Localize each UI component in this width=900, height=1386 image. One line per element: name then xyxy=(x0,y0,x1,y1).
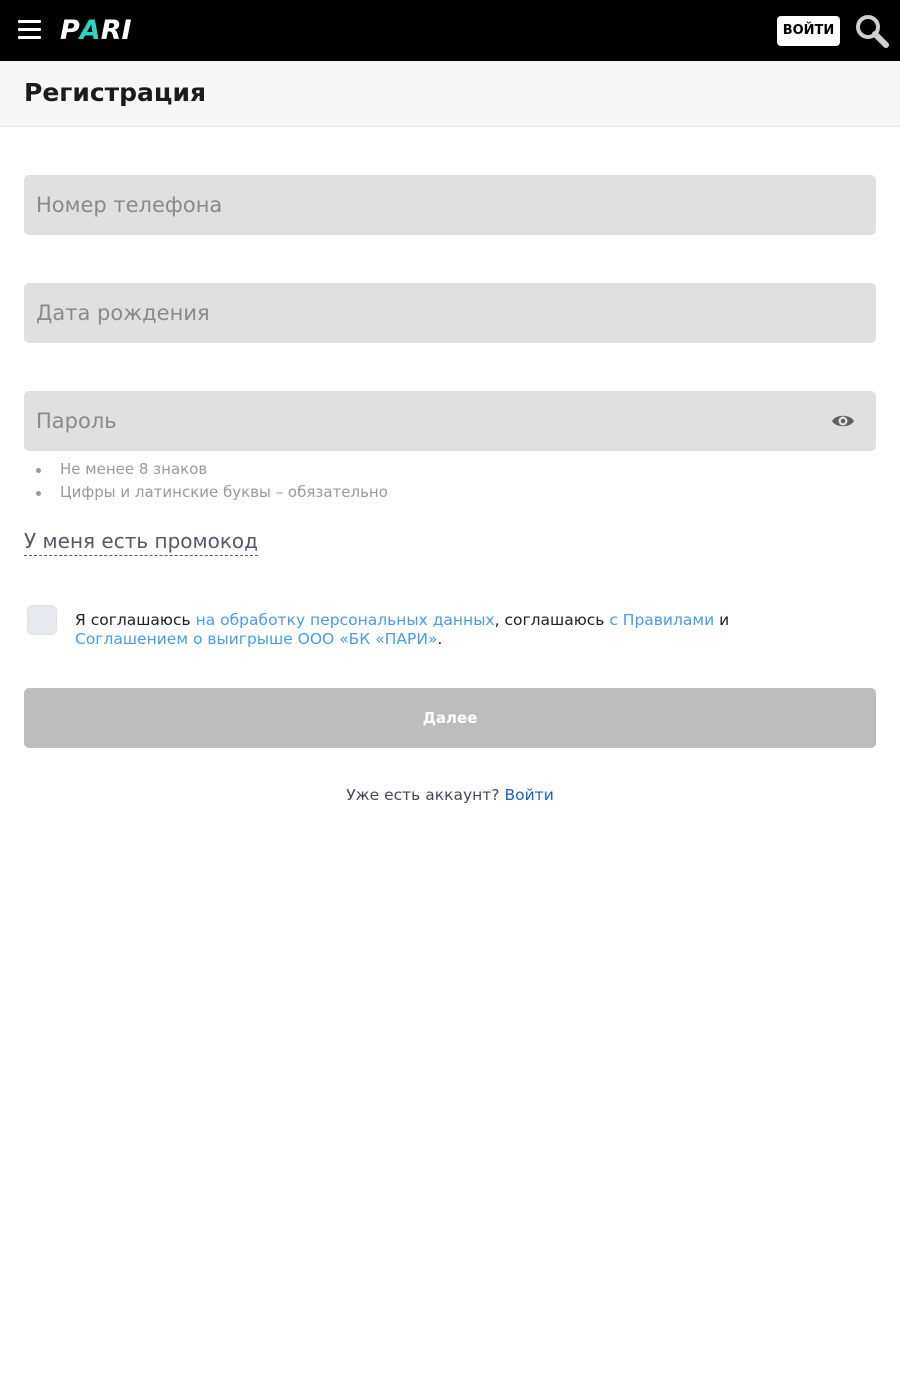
menu-icon-line xyxy=(18,28,41,31)
phone-placeholder: Номер телефона xyxy=(36,193,223,217)
menu-icon-line xyxy=(18,20,41,23)
agreement-text-part: , соглашаюсь xyxy=(494,611,610,629)
rules-link[interactable]: с Правилами xyxy=(609,611,714,629)
login-link[interactable]: Войти xyxy=(504,786,553,804)
logo-letter: P xyxy=(60,15,80,46)
eye-icon[interactable] xyxy=(830,411,856,431)
account-prompt: Уже есть аккаунт? Войти xyxy=(0,784,900,806)
winning-agreement-link[interactable]: Соглашением о выигрыше ООО «БК «ПАРИ» xyxy=(75,630,437,648)
agreement-checkbox[interactable] xyxy=(27,605,57,635)
birthdate-field[interactable]: Дата рождения xyxy=(24,283,876,343)
birthdate-placeholder: Дата рождения xyxy=(36,301,210,325)
menu-icon-line xyxy=(18,36,41,39)
personal-data-link[interactable]: на обработку персональных данных xyxy=(196,611,495,629)
password-hints: Не менее 8 знаков Цифры и латинские букв… xyxy=(36,458,388,504)
top-navbar: P A RI ВОЙТИ xyxy=(0,0,900,61)
login-button[interactable]: ВОЙТИ xyxy=(777,16,840,46)
agreement-text-part: . xyxy=(437,630,443,648)
logo-letter: RI xyxy=(100,15,132,46)
page-title: Регистрация xyxy=(24,78,207,107)
agreement-text-part: и xyxy=(714,611,730,629)
promo-code-link[interactable]: У меня есть промокод xyxy=(24,527,258,556)
account-prompt-text: Уже есть аккаунт? xyxy=(346,786,500,804)
search-icon[interactable] xyxy=(855,14,889,48)
pari-logo[interactable]: P A RI xyxy=(60,16,132,46)
menu-icon[interactable] xyxy=(18,18,42,44)
agreement-text-part: Я соглашаюсь xyxy=(75,611,196,629)
next-button[interactable]: Далее xyxy=(24,688,876,748)
password-placeholder: Пароль xyxy=(36,409,117,433)
logo-letter-accent: A xyxy=(79,15,101,46)
password-hint: Не менее 8 знаков xyxy=(36,458,388,481)
password-hint: Цифры и латинские буквы – обязательно xyxy=(36,481,388,504)
phone-field[interactable]: Номер телефона xyxy=(24,175,876,235)
password-field[interactable]: Пароль xyxy=(24,391,876,451)
title-bar: Регистрация xyxy=(0,61,900,127)
agreement-text: Я соглашаюсь на обработку персональных д… xyxy=(75,611,865,649)
